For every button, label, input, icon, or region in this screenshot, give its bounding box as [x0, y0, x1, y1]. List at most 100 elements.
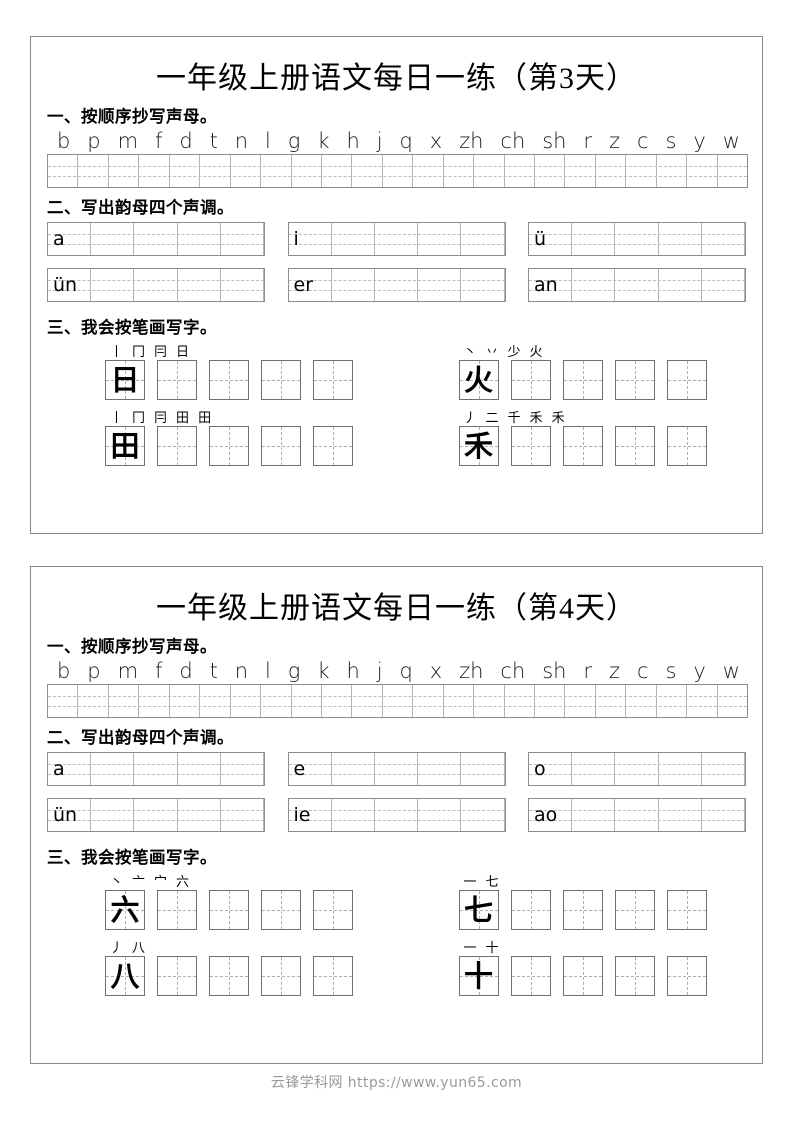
vowel-grid-cell[interactable]	[134, 753, 178, 785]
tianzige-blank-box[interactable]	[614, 426, 655, 466]
vowel-grid-cell[interactable]	[659, 223, 702, 255]
pinyin-grid-cell[interactable]	[505, 155, 535, 187]
pinyin-grid-cell[interactable]	[170, 685, 201, 717]
vowel-grid-cell[interactable]	[418, 269, 462, 301]
vowel-grid-cell[interactable]	[178, 223, 221, 255]
vowel-grid-cell[interactable]	[418, 223, 462, 255]
pinyin-grid-cell[interactable]	[596, 685, 627, 717]
pinyin-grid-cell[interactable]	[626, 685, 657, 717]
pinyin-grid-cell[interactable]	[200, 685, 231, 717]
vowel-grid-cell[interactable]	[332, 799, 375, 831]
vowel-grid-cell[interactable]	[418, 753, 462, 785]
tianzige-blank-box[interactable]	[510, 956, 551, 996]
pinyin-grid-cell[interactable]	[261, 155, 292, 187]
tianzige-blank-box[interactable]	[614, 956, 655, 996]
vowel-grid-cell[interactable]	[375, 269, 419, 301]
vowel-grid-cell[interactable]	[615, 223, 659, 255]
vowel-grid-cell[interactable]	[375, 753, 419, 785]
consonant-practice-grid-day4[interactable]	[47, 684, 748, 718]
pinyin-grid-cell[interactable]	[78, 685, 109, 717]
pinyin-grid-cell[interactable]	[322, 155, 353, 187]
tianzige-blank-box[interactable]	[510, 890, 551, 930]
pinyin-grid-cell[interactable]	[535, 155, 566, 187]
vowel-practice-box[interactable]: o	[528, 752, 746, 786]
vowel-practice-box[interactable]: ün	[47, 798, 265, 832]
vowel-practice-box[interactable]: i	[287, 222, 506, 256]
vowel-grid-cell[interactable]	[375, 799, 419, 831]
tianzige-blank-box[interactable]	[261, 360, 301, 400]
pinyin-grid-cell[interactable]	[565, 685, 596, 717]
tianzige-model-box[interactable]: 田	[105, 426, 145, 466]
vowel-grid-cell[interactable]	[221, 753, 265, 785]
pinyin-grid-cell[interactable]	[718, 155, 747, 187]
tianzige-blank-box[interactable]	[209, 890, 249, 930]
vowel-practice-box[interactable]: ao	[528, 798, 746, 832]
pinyin-grid-cell[interactable]	[413, 155, 444, 187]
tianzige-blank-box[interactable]	[313, 360, 353, 400]
pinyin-grid-cell[interactable]	[322, 685, 353, 717]
vowel-practice-box[interactable]: an	[528, 268, 746, 302]
vowel-grid-cell[interactable]	[332, 753, 375, 785]
pinyin-grid-cell[interactable]	[718, 685, 747, 717]
vowel-grid-cell[interactable]	[572, 799, 616, 831]
tianzige-model-box[interactable]: 八	[105, 956, 145, 996]
tianzige-blank-box[interactable]	[157, 956, 197, 996]
tianzige-blank-box[interactable]	[261, 890, 301, 930]
pinyin-grid-cell[interactable]	[352, 155, 383, 187]
vowel-grid-cell[interactable]	[461, 753, 505, 785]
vowel-grid-cell[interactable]	[615, 269, 659, 301]
tianzige-blank-box[interactable]	[666, 360, 707, 400]
tianzige-blank-box[interactable]	[157, 890, 197, 930]
pinyin-grid-cell[interactable]	[261, 685, 292, 717]
pinyin-grid-cell[interactable]	[657, 685, 688, 717]
pinyin-grid-cell[interactable]	[474, 155, 505, 187]
vowel-practice-box[interactable]: a	[47, 752, 265, 786]
pinyin-grid-cell[interactable]	[413, 685, 444, 717]
tianzige-model-box[interactable]: 六	[105, 890, 145, 930]
vowel-grid-cell[interactable]	[221, 799, 265, 831]
tianzige-blank-box[interactable]	[209, 426, 249, 466]
tianzige-blank-box[interactable]	[261, 426, 301, 466]
pinyin-grid-cell[interactable]	[200, 155, 231, 187]
pinyin-grid-cell[interactable]	[292, 155, 322, 187]
vowel-grid-cell[interactable]	[461, 223, 505, 255]
vowel-grid-cell[interactable]	[332, 269, 375, 301]
pinyin-grid-cell[interactable]	[687, 155, 718, 187]
vowel-grid-cell[interactable]	[659, 753, 702, 785]
consonant-practice-grid-day3[interactable]	[47, 154, 748, 188]
pinyin-grid-cell[interactable]	[383, 155, 414, 187]
vowel-grid-cell[interactable]	[572, 269, 616, 301]
vowel-grid-cell[interactable]	[221, 269, 265, 301]
pinyin-grid-cell[interactable]	[657, 155, 688, 187]
pinyin-grid-cell[interactable]	[292, 685, 322, 717]
vowel-grid-cell[interactable]	[659, 799, 702, 831]
tianzige-blank-box[interactable]	[313, 890, 353, 930]
vowel-grid-cell[interactable]	[134, 269, 178, 301]
pinyin-grid-cell[interactable]	[444, 155, 475, 187]
vowel-practice-box[interactable]: er	[287, 268, 506, 302]
pinyin-grid-cell[interactable]	[231, 155, 262, 187]
tianzige-blank-box[interactable]	[313, 426, 353, 466]
vowel-grid-cell[interactable]	[615, 799, 659, 831]
tianzige-blank-box[interactable]	[510, 360, 551, 400]
vowel-grid-cell[interactable]	[702, 799, 746, 831]
tianzige-blank-box[interactable]	[313, 956, 353, 996]
pinyin-grid-cell[interactable]	[48, 155, 79, 187]
vowel-practice-box[interactable]: ie	[287, 798, 506, 832]
vowel-grid-cell[interactable]	[375, 223, 419, 255]
tianzige-blank-box[interactable]	[562, 956, 603, 996]
vowel-grid-cell[interactable]	[134, 799, 178, 831]
tianzige-blank-box[interactable]	[510, 426, 551, 466]
pinyin-grid-cell[interactable]	[596, 155, 627, 187]
vowel-grid-cell[interactable]	[659, 269, 702, 301]
vowel-grid-cell[interactable]	[178, 269, 221, 301]
pinyin-grid-cell[interactable]	[109, 685, 140, 717]
tianzige-blank-box[interactable]	[562, 426, 603, 466]
vowel-grid-cell[interactable]	[178, 799, 221, 831]
vowel-grid-cell[interactable]	[418, 799, 462, 831]
pinyin-grid-cell[interactable]	[170, 155, 201, 187]
tianzige-model-box[interactable]: 禾	[458, 426, 499, 466]
vowel-grid-cell[interactable]	[91, 223, 135, 255]
tianzige-blank-box[interactable]	[666, 956, 707, 996]
vowel-grid-cell[interactable]	[134, 223, 178, 255]
